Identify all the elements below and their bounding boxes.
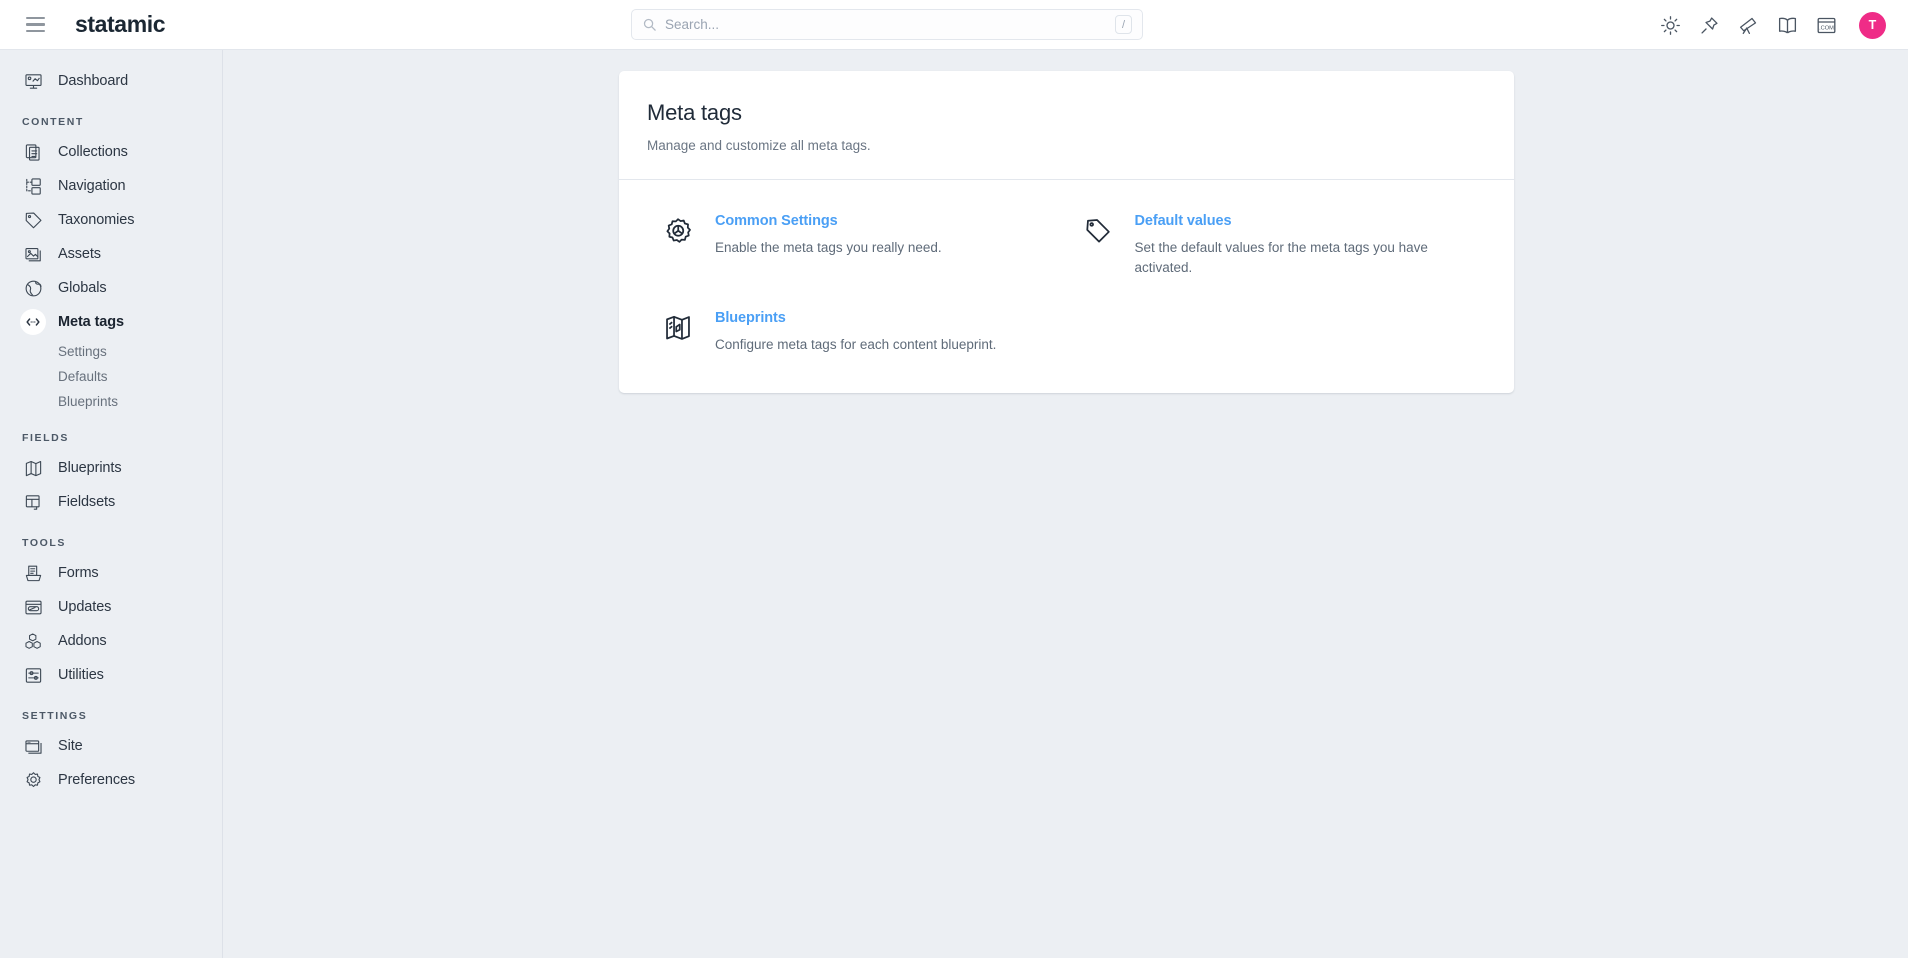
globals-icon xyxy=(20,275,46,301)
feature-grid: Common Settings Enable the meta tags you… xyxy=(647,202,1486,363)
book-icon[interactable] xyxy=(1777,15,1798,36)
tag-icon xyxy=(1081,214,1115,248)
brand-logo[interactable]: statamic xyxy=(75,11,166,38)
updates-icon xyxy=(20,594,46,620)
sidebar-item-label: Preferences xyxy=(58,772,136,788)
pin-icon[interactable] xyxy=(1699,15,1720,36)
utilities-icon xyxy=(20,662,46,688)
search-box[interactable]: / xyxy=(631,9,1143,40)
sidebar-item-globals[interactable]: Globals xyxy=(0,271,222,305)
feature-blueprints[interactable]: Blueprints Configure meta tags for each … xyxy=(647,299,1067,363)
blueprints-icon xyxy=(20,455,46,481)
sidebar-item-label: Assets xyxy=(58,246,101,262)
sidebar-section-settings: SETTINGS xyxy=(22,710,88,722)
sidebar-item-updates[interactable]: Updates xyxy=(0,590,222,624)
sidebar-item-label: Meta tags xyxy=(58,314,124,330)
sidebar-item-label: Blueprints xyxy=(58,460,122,476)
assets-icon xyxy=(20,241,46,267)
card-body: Common Settings Enable the meta tags you… xyxy=(619,180,1514,393)
meta-tags-card: Meta tags Manage and customize all meta … xyxy=(619,71,1514,393)
feature-description: Configure meta tags for each content blu… xyxy=(715,337,997,353)
sidebar-item-label: Globals xyxy=(58,280,107,296)
feature-text: Blueprints Configure meta tags for each … xyxy=(715,309,996,355)
sidebar-section-tools: TOOLS xyxy=(22,537,66,549)
sidebar-item-site[interactable]: Site xyxy=(0,729,222,763)
sidebar-item-assets[interactable]: Assets xyxy=(0,237,222,271)
search-icon xyxy=(642,17,657,32)
meta-tags-icon xyxy=(20,309,46,335)
sidebar-item-navigation[interactable]: Navigation xyxy=(0,169,222,203)
top-bar: statamic / xyxy=(0,0,1908,50)
telescope-icon[interactable] xyxy=(1738,15,1759,36)
gear-icon xyxy=(661,214,695,248)
sidebar-item-utilities[interactable]: Utilities xyxy=(0,658,222,692)
sidebar-item-fieldsets[interactable]: Fieldsets xyxy=(0,485,222,519)
feature-text: Default values Set the default values fo… xyxy=(1135,212,1435,277)
sidebar-section-fields: FIELDS xyxy=(22,432,69,444)
sidebar-item-preferences[interactable]: Preferences xyxy=(0,763,222,797)
sidebar-item-label: Fieldsets xyxy=(58,494,116,510)
sidebar-section-content: CONTENT xyxy=(22,116,84,128)
sidebar-item-label: Addons xyxy=(58,633,107,649)
sidebar-subitem-settings[interactable]: Settings xyxy=(0,339,222,364)
main-content: Meta tags Manage and customize all meta … xyxy=(223,50,1908,958)
forms-icon xyxy=(20,560,46,586)
feature-description: Enable the meta tags you really need. xyxy=(715,240,942,255)
dotcom-icon[interactable]: .COM xyxy=(1816,15,1837,36)
sidebar-item-addons[interactable]: Addons xyxy=(0,624,222,658)
sidebar-item-label: Collections xyxy=(58,144,128,160)
sidebar-item-label: Dashboard xyxy=(58,73,129,89)
sidebar-item-collections[interactable]: Collections xyxy=(0,135,222,169)
sidebar: Dashboard CONTENT Collections Navigation xyxy=(0,50,223,958)
feature-link[interactable]: Common Settings xyxy=(715,213,838,229)
feature-common-settings[interactable]: Common Settings Enable the meta tags you… xyxy=(647,202,1067,285)
feature-link[interactable]: Blueprints xyxy=(715,310,786,326)
sidebar-item-forms[interactable]: Forms xyxy=(0,556,222,590)
taxonomies-icon xyxy=(20,207,46,233)
top-bar-actions: .COM T xyxy=(1660,0,1886,50)
collections-icon xyxy=(20,139,46,165)
sidebar-item-label: Site xyxy=(58,738,83,754)
site-icon xyxy=(20,733,46,759)
sidebar-item-label: Taxonomies xyxy=(58,212,135,228)
sidebar-item-label: Navigation xyxy=(58,178,126,194)
sidebar-subitem-blueprints[interactable]: Blueprints xyxy=(0,389,222,414)
sidebar-item-taxonomies[interactable]: Taxonomies xyxy=(0,203,222,237)
page-subtitle: Manage and customize all meta tags. xyxy=(647,138,871,153)
feature-default-values[interactable]: Default values Set the default values fo… xyxy=(1067,202,1487,285)
svg-text:.COM: .COM xyxy=(1819,25,1834,31)
map-icon xyxy=(661,311,695,345)
dashboard-icon xyxy=(20,68,46,94)
navigation-icon xyxy=(20,173,46,199)
preferences-icon xyxy=(20,767,46,793)
feature-description: Set the default values for the meta tags… xyxy=(1134,240,1428,275)
sidebar-item-blueprints[interactable]: Blueprints xyxy=(0,451,222,485)
page-title: Meta tags xyxy=(647,100,742,125)
card-header: Meta tags Manage and customize all meta … xyxy=(619,71,1514,180)
sun-icon[interactable] xyxy=(1660,15,1681,36)
hamburger-icon[interactable] xyxy=(26,13,50,37)
sidebar-item-label: Utilities xyxy=(58,667,104,683)
sidebar-item-label: Forms xyxy=(58,565,99,581)
addons-icon xyxy=(20,628,46,654)
sidebar-item-dashboard[interactable]: Dashboard xyxy=(0,64,222,98)
search-shortcut-key: / xyxy=(1115,15,1132,34)
feature-link[interactable]: Default values xyxy=(1135,213,1232,229)
avatar[interactable]: T xyxy=(1859,11,1886,39)
sidebar-subitem-defaults[interactable]: Defaults xyxy=(0,364,222,389)
sidebar-item-label: Updates xyxy=(58,599,112,615)
sidebar-item-meta-tags[interactable]: Meta tags xyxy=(0,305,222,339)
feature-text: Common Settings Enable the meta tags you… xyxy=(715,212,942,277)
fieldsets-icon xyxy=(20,489,46,515)
search-input[interactable] xyxy=(665,17,1115,32)
